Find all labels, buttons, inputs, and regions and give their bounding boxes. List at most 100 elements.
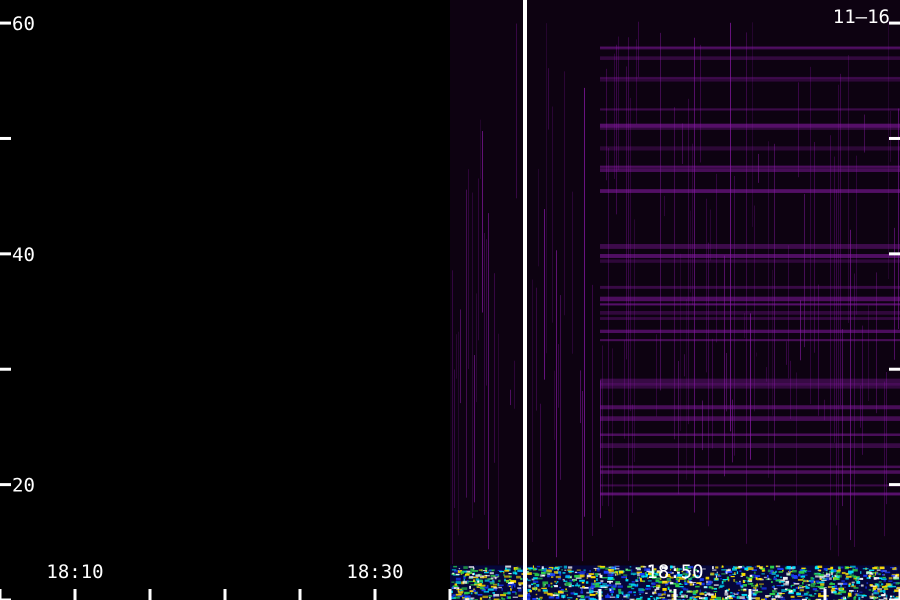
noise-speck: [657, 593, 662, 596]
noise-speck: [567, 597, 573, 599]
noise-speck: [612, 586, 617, 588]
intensity-streak: [458, 331, 459, 536]
noise-speck: [812, 588, 818, 591]
noise-speck: [488, 595, 493, 597]
noise-speck: [547, 584, 551, 587]
noise-speck: [614, 573, 617, 576]
noise-speck: [856, 580, 861, 584]
y-tick-label: 40: [12, 244, 35, 266]
noise-speck: [831, 575, 834, 578]
noise-speck: [778, 571, 783, 573]
noise-speck: [868, 576, 871, 579]
intensity-streak: [472, 192, 473, 519]
noise-speck: [738, 589, 740, 591]
noise-speck: [836, 576, 840, 578]
noise-speck: [725, 571, 728, 575]
noise-speck: [615, 581, 621, 584]
noise-speck: [610, 590, 615, 594]
noise-speck: [567, 566, 573, 569]
noise-speck: [720, 578, 722, 580]
noise-speck: [857, 594, 863, 597]
noise-speck: [774, 595, 781, 598]
noise-speck: [472, 573, 475, 576]
noise-speck: [512, 571, 517, 575]
noise-speck: [684, 595, 687, 598]
noise-speck: [718, 573, 720, 577]
noise-speck: [579, 571, 586, 574]
intensity-band: [600, 259, 900, 263]
noise-speck: [475, 574, 480, 577]
noise-speck: [559, 586, 562, 589]
noise-speck: [538, 569, 543, 571]
noise-speck: [485, 570, 487, 573]
noise-speck: [766, 574, 769, 578]
noise-speck: [540, 571, 546, 575]
noise-speck: [618, 573, 621, 576]
noise-speck: [786, 565, 791, 569]
noise-speck: [618, 592, 622, 594]
noise-speck: [480, 584, 486, 587]
noise-speck: [808, 584, 810, 586]
noise-speck: [791, 569, 797, 573]
noise-speck: [761, 587, 767, 590]
noise-speck: [516, 575, 521, 579]
noise-speck: [799, 587, 804, 589]
noise-speck: [527, 567, 534, 570]
intensity-band: [600, 76, 900, 79]
noise-speck: [600, 586, 607, 588]
intensity-streak: [582, 390, 583, 562]
noise-speck: [460, 571, 464, 574]
intensity-streak: [804, 193, 805, 348]
noise-speck: [819, 581, 825, 584]
noise-speck: [535, 593, 538, 596]
noise-speck: [675, 584, 680, 588]
noise-speck: [705, 576, 710, 580]
noise-speck: [761, 573, 765, 575]
noise-speck: [679, 583, 684, 585]
noise-speck: [463, 593, 469, 595]
noise-speck: [487, 588, 494, 591]
noise-speck: [873, 592, 880, 595]
noise-speck: [599, 574, 603, 578]
noise-speck: [820, 583, 825, 586]
noise-speck: [715, 596, 722, 599]
noise-speck: [814, 590, 819, 592]
noise-speck: [719, 584, 725, 588]
x-tick-label: 18:10: [46, 561, 103, 583]
noise-speck: [469, 585, 471, 589]
noise-speck: [774, 570, 778, 573]
noise-speck: [715, 577, 718, 581]
noise-speck: [881, 594, 886, 597]
intensity-streak: [876, 272, 877, 414]
intensity-streak: [592, 284, 593, 537]
noise-speck: [589, 588, 591, 591]
noise-speck: [878, 573, 881, 576]
noise-speck: [777, 592, 783, 594]
noise-speck: [536, 584, 540, 587]
noise-speck: [895, 582, 900, 585]
intensity-streak: [468, 169, 469, 370]
noise-speck: [621, 576, 627, 579]
noise-speck: [542, 583, 546, 587]
noise-speck: [748, 578, 752, 581]
intensity-streak: [612, 348, 613, 528]
noise-speck: [490, 577, 494, 580]
noise-speck: [639, 573, 645, 576]
noise-speck: [476, 586, 480, 588]
noise-speck: [747, 580, 749, 583]
noise-speck: [817, 565, 823, 568]
noise-speck: [726, 576, 730, 580]
noise-speck: [876, 569, 881, 571]
noise-speck: [541, 566, 544, 570]
intensity-streak: [660, 32, 661, 391]
noise-speck: [776, 565, 778, 567]
noise-speck: [542, 589, 548, 592]
noise-speck: [615, 596, 618, 599]
noise-speck: [464, 595, 471, 598]
noise-speck: [762, 569, 766, 572]
intensity-streak: [538, 168, 539, 267]
noise-speck: [642, 589, 645, 591]
intensity-streak: [786, 341, 787, 365]
intensity-streak: [884, 381, 885, 537]
noise-speck: [512, 596, 518, 598]
